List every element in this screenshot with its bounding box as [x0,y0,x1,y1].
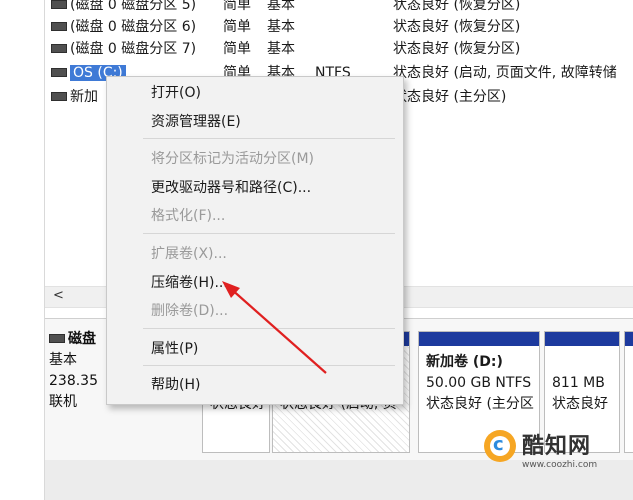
arrow-shaft [229,287,327,374]
watermark-url: www.coozhi.com [522,460,598,470]
watermark: c 酷知网 www.coozhi.com [476,426,626,492]
annotation-arrow-icon [222,281,327,374]
watermark-logo-mark: c [493,434,504,455]
watermark-name: 酷知网 [522,434,592,459]
